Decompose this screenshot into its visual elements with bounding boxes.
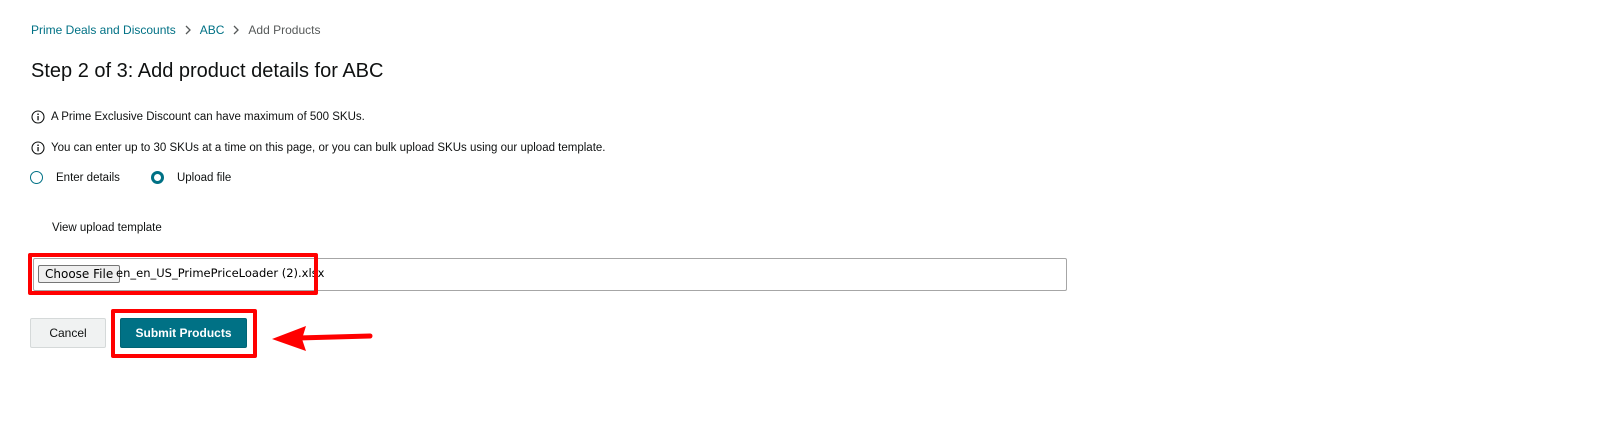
radio-upload-file[interactable]: Upload file bbox=[150, 171, 232, 184]
radio-button-unchecked[interactable] bbox=[30, 171, 43, 184]
annotation-highlight-file-input bbox=[28, 253, 318, 295]
entry-mode-radio-group: Enter details Upload file bbox=[30, 171, 231, 184]
radio-label: Upload file bbox=[176, 171, 232, 184]
page-title: Step 2 of 3: Add product details for ABC bbox=[31, 60, 384, 82]
chevron-right-icon bbox=[183, 25, 193, 35]
radio-button-checked[interactable] bbox=[150, 171, 164, 184]
annotation-highlight-submit-button bbox=[111, 309, 257, 358]
chevron-right-icon bbox=[231, 25, 241, 35]
breadcrumb-link-prime-deals[interactable]: Prime Deals and Discounts bbox=[31, 22, 176, 38]
cancel-button[interactable]: Cancel bbox=[30, 318, 106, 348]
info-message-max-skus: A Prime Exclusive Discount can have maxi… bbox=[31, 110, 365, 124]
annotation-arrow-icon bbox=[272, 326, 373, 351]
breadcrumb-current: Add Products bbox=[248, 23, 321, 37]
radio-label: Enter details bbox=[56, 171, 120, 184]
info-text: You can enter up to 30 SKUs at a time on… bbox=[51, 142, 606, 154]
view-upload-template-link[interactable]: View upload template bbox=[52, 222, 162, 234]
info-icon bbox=[31, 141, 45, 155]
info-icon bbox=[31, 110, 45, 124]
breadcrumb-link-abc[interactable]: ABC bbox=[200, 22, 225, 38]
info-text: A Prime Exclusive Discount can have maxi… bbox=[51, 111, 365, 123]
info-message-bulk-upload: You can enter up to 30 SKUs at a time on… bbox=[31, 141, 605, 155]
breadcrumb: Prime Deals and Discounts ABC Add Produc… bbox=[31, 22, 320, 38]
page: Prime Deals and Discounts ABC Add Produc… bbox=[0, 0, 1600, 433]
radio-enter-details[interactable]: Enter details bbox=[30, 171, 120, 184]
